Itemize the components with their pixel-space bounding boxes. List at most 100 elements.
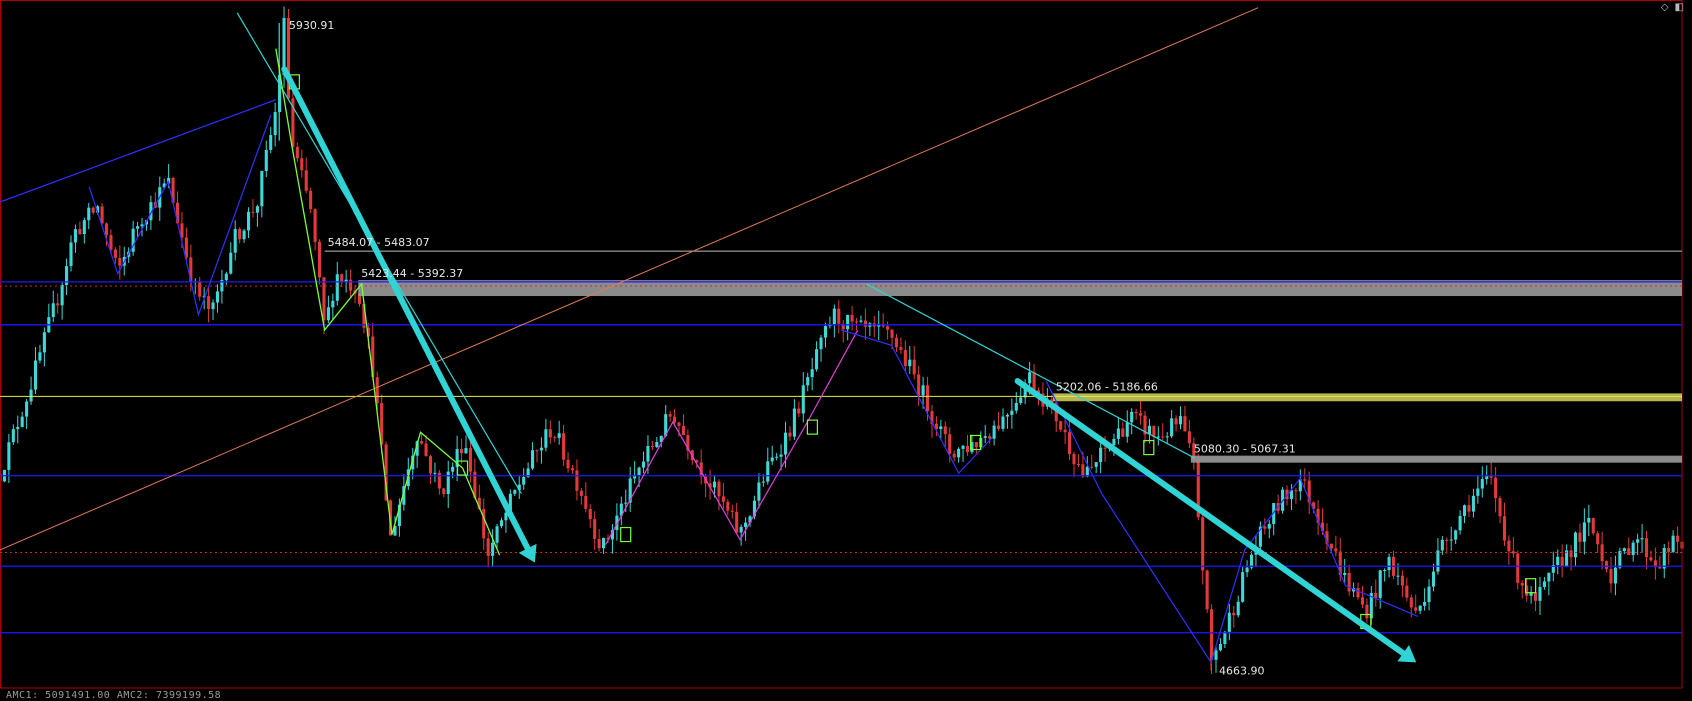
candle-body [1533, 592, 1538, 601]
candle-body [1640, 538, 1644, 540]
candle-body [1360, 597, 1365, 605]
candle-body [1383, 570, 1387, 572]
candle-body [1059, 421, 1063, 430]
candle-body [446, 471, 450, 495]
candle-body [1241, 572, 1245, 602]
candle-body [1587, 517, 1591, 523]
indicator-readout: AMC1: 5091491.00 AMC2: 7399199.58 [6, 690, 222, 701]
candle-body [1303, 479, 1307, 481]
candle-body [1267, 524, 1271, 529]
candle-body [1636, 539, 1640, 543]
candle-body [1014, 402, 1018, 411]
candle-body [29, 389, 33, 402]
candle-body [957, 448, 961, 458]
candle-body [1072, 453, 1076, 465]
candle-body [269, 135, 273, 150]
candle-body [1622, 548, 1626, 552]
candle-body [1418, 605, 1422, 611]
candle-body [1236, 601, 1240, 616]
candle-body [1294, 490, 1298, 492]
candle-body [952, 453, 956, 458]
candle-body [16, 426, 20, 430]
candle-body [1578, 532, 1582, 542]
candle-body [624, 502, 628, 504]
candle-body [531, 450, 535, 469]
candle-body [539, 447, 543, 451]
candle-body [1423, 602, 1427, 606]
candle-body [1511, 551, 1515, 554]
candle-body [983, 436, 987, 438]
candle-body [1467, 505, 1471, 512]
candle-body [1458, 515, 1462, 531]
candle-body [1409, 597, 1413, 608]
candle-body [1631, 542, 1635, 555]
candle-body [118, 257, 122, 266]
candle-body [593, 519, 597, 539]
candle-body [894, 337, 899, 348]
candle-body [25, 401, 29, 417]
candle-body [246, 211, 251, 231]
candle-body [588, 508, 592, 520]
candle-body [859, 320, 863, 322]
diamond-icon[interactable]: ◇ [1661, 2, 1669, 13]
candle-body [1476, 488, 1480, 496]
candle-body [33, 360, 38, 390]
candle-body [56, 303, 60, 306]
candle-body [1076, 464, 1080, 466]
candle-body [1347, 572, 1351, 592]
candle-body [1068, 432, 1072, 454]
candle-body [42, 332, 46, 353]
candle-body [1103, 447, 1107, 449]
candle-body [673, 416, 677, 423]
candle-body [712, 481, 717, 488]
candle-body [91, 207, 95, 213]
candle-body [1596, 533, 1600, 545]
candle-body [783, 432, 788, 455]
zone-band [1052, 393, 1682, 402]
candle-body [819, 337, 823, 350]
pattern-box [806, 419, 819, 435]
candle-body [886, 326, 890, 330]
candle-body [60, 284, 64, 306]
candle-body [1427, 586, 1431, 603]
candle-body [73, 229, 77, 243]
candle-body [1676, 535, 1680, 542]
panel-toggle-icon[interactable]: ◧ [1675, 2, 1684, 13]
candle-body [655, 441, 659, 448]
candle-body [1507, 540, 1511, 552]
candle-body [1560, 556, 1564, 567]
candle-body [570, 468, 575, 471]
candle-body [224, 273, 228, 281]
zone-label: 5484.07 - 5483.07 [328, 236, 430, 249]
candle-body [1130, 411, 1134, 423]
candle-body [1667, 548, 1671, 552]
candle-body [340, 274, 344, 282]
candle-body [566, 459, 570, 469]
candle-body [331, 300, 335, 308]
candle-body [1502, 516, 1507, 541]
price-chart[interactable]: 5930.91 4663.90 5484.07 - 5483.07 5423.44 -… [0, 0, 1692, 695]
candle-body [1658, 567, 1662, 569]
candle-body [1001, 416, 1005, 429]
candle-body [1671, 535, 1675, 552]
candle-body [442, 488, 446, 495]
candle-body [650, 445, 654, 448]
candle-body [451, 466, 455, 472]
candle-body [1183, 416, 1187, 432]
candle-body [198, 281, 202, 297]
candle-body [1431, 571, 1436, 587]
candle-body [1170, 418, 1174, 437]
candle-body [1405, 585, 1409, 598]
candle-body [797, 408, 801, 414]
candle-body [1174, 418, 1178, 425]
candle-body [779, 454, 783, 457]
candle-body [1227, 612, 1231, 632]
candle-body [317, 241, 322, 278]
candle-body [1156, 436, 1160, 438]
candle-body [486, 538, 490, 556]
chart-frame [0, 0, 1683, 689]
candle-body [641, 461, 646, 468]
candle-body [1613, 567, 1617, 584]
candle-body [850, 314, 854, 322]
candle-body [717, 481, 721, 497]
